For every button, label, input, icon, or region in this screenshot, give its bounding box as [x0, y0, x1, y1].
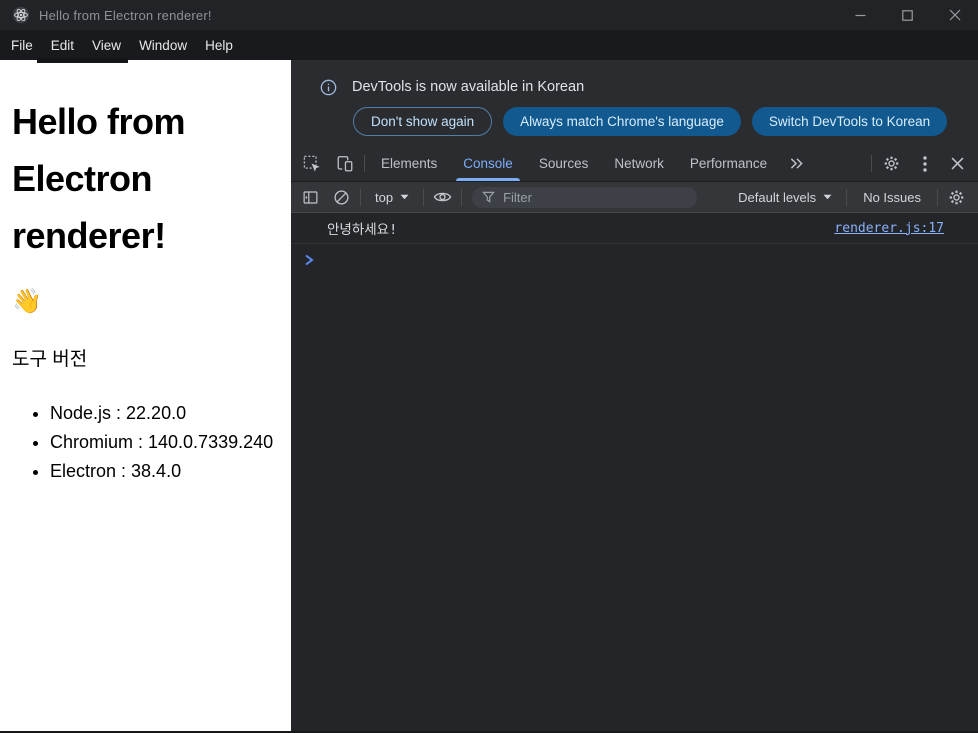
console-toolbar-right: Default levels No Issues [727, 182, 972, 212]
devtools-tabbar: Elements Console Sources Network Perform… [291, 146, 978, 182]
console-settings-gear-icon[interactable] [941, 182, 972, 212]
divider [937, 188, 938, 206]
close-window-button[interactable] [931, 0, 978, 30]
dont-show-again-button[interactable]: Don't show again [353, 107, 493, 136]
info-icon [320, 79, 337, 96]
divider [360, 188, 361, 206]
log-message: 안녕하세요! [327, 222, 398, 238]
console-log-entry: 안녕하세요! renderer.js:17 [291, 213, 978, 244]
titlebar: Hello from Electron renderer! [0, 0, 978, 30]
version-list: Node.js : 22.20.0 Chromium : 140.0.7339.… [0, 399, 291, 486]
tab-console[interactable]: Console [450, 146, 526, 181]
console-output: 안녕하세요! renderer.js:17 [291, 213, 978, 733]
window-title: Hello from Electron renderer! [39, 7, 212, 23]
match-chrome-language-button[interactable]: Always match Chrome's language [503, 107, 741, 136]
version-chromium: Chromium : 140.0.7339.240 [50, 428, 291, 457]
banner-message: DevTools is now available in Korean [352, 79, 585, 95]
funnel-icon [482, 191, 495, 203]
minimize-button[interactable] [837, 0, 884, 30]
menu-edit[interactable]: Edit [42, 30, 83, 60]
kebab-menu-icon[interactable] [908, 146, 941, 181]
divider [364, 155, 365, 172]
maximize-button[interactable] [884, 0, 931, 30]
issues-counter[interactable]: No Issues [850, 190, 934, 205]
tab-sources[interactable]: Sources [526, 146, 602, 181]
tools-version-heading: 도구 버전 [12, 348, 88, 370]
context-selector-label: top [375, 189, 394, 205]
menu-help[interactable]: Help [196, 30, 242, 60]
devtools-language-banner: DevTools is now available in Korean Don'… [291, 60, 978, 146]
log-source-link[interactable]: renderer.js:17 [834, 221, 944, 236]
devtools-panel: DevTools is now available in Korean Don'… [291, 60, 978, 733]
more-tabs-icon[interactable] [780, 146, 813, 181]
inspect-element-icon[interactable] [295, 146, 328, 181]
tab-performance[interactable]: Performance [677, 146, 780, 181]
console-prompt[interactable] [291, 244, 978, 275]
clear-console-icon[interactable] [326, 182, 357, 212]
banner-buttons: Don't show again Always match Chrome's l… [353, 107, 948, 136]
tab-network[interactable]: Network [601, 146, 677, 181]
console-toolbar: top Default levels No Issues [291, 182, 978, 213]
tabbar-right-controls [868, 146, 974, 181]
device-toolbar-icon[interactable] [328, 146, 361, 181]
electron-app-icon [12, 6, 30, 24]
context-selector[interactable]: top [364, 182, 420, 212]
divider [846, 188, 848, 206]
menu-view[interactable]: View [83, 30, 130, 60]
switch-to-korean-button[interactable]: Switch DevTools to Korean [751, 107, 948, 136]
prompt-chevron-icon [305, 254, 314, 265]
close-devtools-icon[interactable] [941, 146, 974, 181]
log-levels-label: Default levels [738, 189, 817, 205]
version-node: Node.js : 22.20.0 [50, 399, 291, 428]
console-filter[interactable] [472, 186, 698, 208]
tab-elements[interactable]: Elements [368, 146, 450, 181]
menu-highlight-notch [37, 58, 128, 63]
chevron-down-icon [400, 194, 409, 200]
console-sidebar-toggle-icon[interactable] [295, 182, 326, 212]
divider [461, 188, 463, 206]
log-levels-dropdown[interactable]: Default levels [727, 182, 843, 212]
live-expression-eye-icon[interactable] [427, 182, 458, 212]
renderer-page: Hello from Electron renderer! 👋 도구 버전 No… [0, 60, 291, 731]
menu-file[interactable]: File [2, 30, 42, 60]
version-electron: Electron : 38.4.0 [50, 457, 291, 486]
divider [871, 155, 872, 172]
divider [423, 188, 425, 206]
filter-input[interactable] [503, 189, 688, 205]
page-heading: Hello from Electron renderer! [12, 101, 186, 256]
window-controls [837, 0, 978, 30]
settings-gear-icon[interactable] [875, 146, 908, 181]
wave-emoji: 👋 [12, 287, 42, 315]
chevron-down-icon [823, 194, 832, 200]
menu-window[interactable]: Window [130, 30, 196, 60]
menubar: File Edit View Window Help [0, 30, 978, 60]
